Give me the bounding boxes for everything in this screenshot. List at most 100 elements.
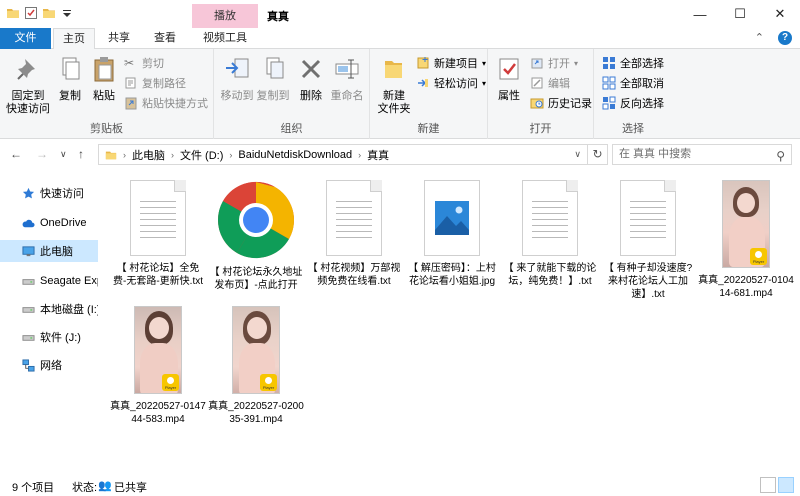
select-none-button[interactable]: 全部取消 [602, 75, 664, 91]
file-name: 真真_20220527-010414-681.mp4 [698, 275, 794, 299]
invert-selection-button[interactable]: 反向选择 [602, 95, 664, 111]
paste-button[interactable]: 粘贴 [88, 53, 120, 103]
address-dropdown-icon[interactable]: ∨ [574, 149, 581, 160]
text-file-icon [620, 180, 676, 256]
up-arrow-icon[interactable]: ↑ [78, 147, 84, 161]
maximize-button[interactable]: ☐ [720, 0, 760, 28]
file-item[interactable]: Player 真真_20220527-010414-681.mp4 [698, 180, 794, 300]
new-folder-button[interactable]: 新建 文件夹 [374, 53, 414, 116]
pin-label: 固定到 快速访问 [6, 90, 50, 115]
select-none-icon [602, 76, 616, 90]
tab-file[interactable]: 文件 [0, 28, 51, 49]
cut-button[interactable]: ✂ 剪切 [124, 55, 164, 71]
group-new: 新建 文件夹 新建项目 ▾ 轻松访问 ▾ 新建 [370, 49, 488, 139]
minimize-button[interactable]: — [680, 0, 720, 28]
item-count: 9 个项目 [12, 482, 55, 494]
file-item[interactable]: 【 解压密码】：上村花论坛看小姐姐.jpg [404, 180, 500, 288]
collapse-ribbon-icon[interactable]: ⌃ [755, 31, 764, 45]
file-item[interactable]: Player 真真_20220527-020035-391.mp4 [208, 306, 304, 426]
file-name: 【 来了就能下载的论坛，纯免费！】.txt [503, 263, 597, 287]
file-name: 【 村花论坛永久地址发布页】-点此打开 [209, 267, 303, 291]
new-item-button[interactable]: 新建项目 ▾ [416, 55, 486, 71]
copy-icon [62, 57, 80, 80]
large-icons-view-icon[interactable] [778, 477, 794, 493]
paste-shortcut-button[interactable]: 粘贴快捷方式 [124, 95, 208, 111]
rename-button[interactable]: 重命名 [328, 53, 366, 103]
tab-view[interactable]: 查看 [145, 28, 185, 49]
history-button[interactable]: 历史记录 [530, 95, 592, 111]
paste-label: 粘贴 [93, 90, 115, 102]
nav-item-network[interactable]: 网络 [0, 354, 98, 376]
drive-icon [22, 334, 35, 341]
nav-item-quick-access[interactable]: 快速访问 [0, 182, 98, 204]
nav-item-seagate[interactable]: Seagate Expa [0, 270, 98, 292]
tab-home[interactable]: 主页 [53, 28, 95, 50]
search-placeholder: 在 真真 中搜索 [619, 148, 692, 160]
help-icon[interactable]: ? [778, 31, 792, 45]
properties-icon [499, 58, 519, 80]
player-badge-icon: Player [260, 374, 277, 391]
properties-label: 属性 [498, 90, 520, 102]
copy-path-button[interactable]: 复制路径 [124, 75, 186, 91]
properties-check-icon[interactable] [24, 6, 38, 20]
nav-label: Seagate Expa [40, 275, 98, 287]
delete-button[interactable]: 删除 [296, 53, 326, 103]
nav-item-local-disk-i[interactable]: 本地磁盘 (I:) [0, 298, 98, 320]
tab-share[interactable]: 共享 [99, 28, 139, 49]
new-item-label: 新建项目 [434, 58, 478, 70]
refresh-icon[interactable]: ↻ [588, 144, 608, 165]
drive-icon [22, 278, 35, 285]
open-button[interactable]: 打开 ▾ [530, 55, 578, 71]
tab-video-tools[interactable]: 视频工具 [192, 28, 258, 49]
group-organize: 移动到 复制到 删除 重命名 组织 [214, 49, 370, 139]
select-all-button[interactable]: 全部选择 [602, 55, 664, 71]
nav-label: 本地磁盘 (I:) [40, 304, 98, 316]
breadcrumb-baidunetdisk[interactable]: BaiduNetdiskDownload [238, 149, 352, 161]
customize-dropdown-icon[interactable] [60, 6, 74, 20]
file-item[interactable]: 【 来了就能下载的论坛，纯免费！】.txt [502, 180, 598, 288]
context-tab-play[interactable]: 播放 [192, 4, 258, 28]
select-none-label: 全部取消 [620, 78, 664, 90]
properties-button[interactable]: 属性 [492, 53, 526, 103]
nav-item-software-j[interactable]: 软件 (J:) [0, 326, 98, 348]
rename-label: 重命名 [330, 90, 364, 102]
nav-item-onedrive[interactable]: OneDrive [0, 212, 98, 234]
file-item[interactable]: 【 有种子却没速度?来村花论坛人工加速】.txt [600, 180, 696, 301]
file-item[interactable]: 【 村花论坛】全免费-无套路-更新快.txt [110, 180, 206, 288]
edit-label: 编辑 [548, 78, 570, 90]
nav-item-this-pc[interactable]: 此电脑 [0, 240, 98, 262]
breadcrumb-current-folder[interactable]: 真真 [367, 147, 389, 163]
recent-locations-chevron-icon[interactable]: ∨ [60, 149, 67, 160]
move-to-button[interactable]: 移动到 [218, 53, 256, 103]
file-item[interactable]: Player 真真_20220527-014744-583.mp4 [110, 306, 206, 426]
search-input[interactable]: 在 真真 中搜索 ⚲ [612, 144, 792, 165]
breadcrumb-separator-icon: › [123, 149, 126, 160]
file-name: 真真_20220527-014744-583.mp4 [110, 401, 206, 425]
new-item-icon [417, 57, 429, 69]
breadcrumb-drive-d[interactable]: 文件 (D:) [180, 147, 223, 163]
title-bar: 播放 真真 — ☐ ✕ [0, 0, 800, 28]
breadcrumb-this-pc[interactable]: 此电脑 [132, 147, 165, 163]
close-button[interactable]: ✕ [760, 0, 800, 28]
copy-to-button[interactable]: 复制到 [254, 53, 292, 103]
forward-arrow-icon[interactable]: → [36, 147, 48, 161]
paste-shortcut-label: 粘贴快捷方式 [142, 98, 208, 110]
pin-icon [17, 59, 35, 80]
status-bar: 9 个项目 状态: 👥 已共享 [0, 474, 800, 496]
image-file-icon [424, 180, 480, 256]
back-arrow-icon[interactable]: ← [10, 147, 22, 161]
edit-button[interactable]: 编辑 [530, 75, 570, 91]
copy-button[interactable]: 复制 [54, 53, 86, 103]
open-label: 打开 [548, 58, 570, 70]
file-name: 【 村花视频】万部视频免费在线看.txt [307, 263, 401, 287]
address-bar[interactable]: › 此电脑 › 文件 (D:) › BaiduNetdiskDownload ›… [98, 144, 588, 165]
pin-to-quick-access-button[interactable]: 固定到 快速访问 [4, 53, 52, 116]
copy-label: 复制 [59, 90, 81, 102]
open-icon [531, 58, 543, 69]
new-folder-icon[interactable] [42, 6, 56, 20]
easy-access-button[interactable]: 轻松访问 ▾ [416, 75, 486, 91]
file-item[interactable]: 【 村花视频】万部视频免费在线看.txt [306, 180, 402, 288]
paste-shortcut-icon [125, 97, 137, 110]
file-item[interactable]: 【 村花论坛永久地址发布页】-点此打开 [208, 180, 304, 292]
details-view-icon[interactable] [760, 477, 776, 493]
